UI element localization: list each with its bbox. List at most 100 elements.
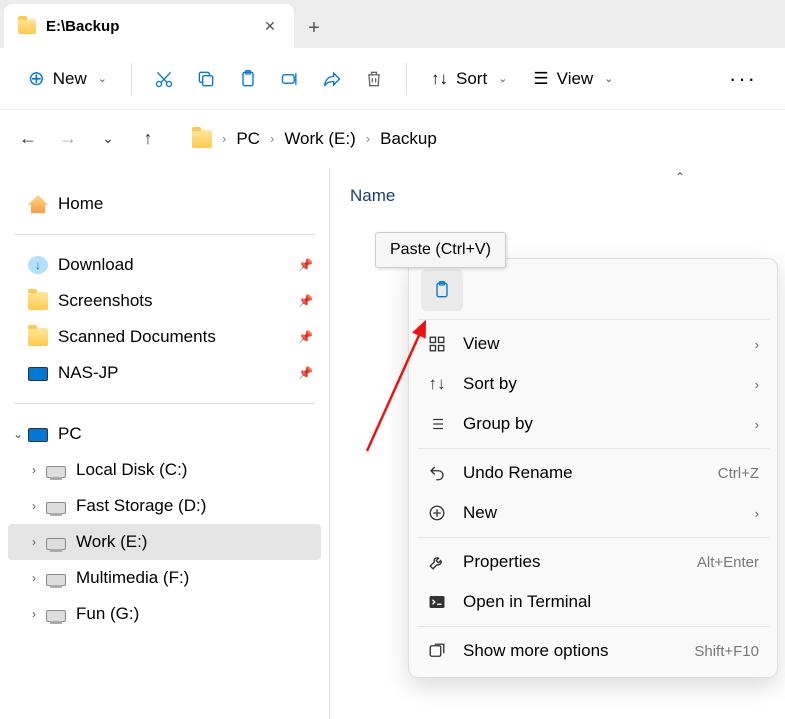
nav-bar: ← → ⌄ ↑ › PC › Work (E:) › Backup bbox=[0, 110, 785, 168]
drive-icon bbox=[46, 610, 66, 622]
context-properties[interactable]: Properties Alt+Enter bbox=[415, 542, 771, 582]
chevron-right-icon[interactable]: › bbox=[26, 535, 42, 549]
breadcrumb-folder[interactable]: Backup bbox=[380, 129, 437, 149]
cut-button[interactable] bbox=[146, 61, 182, 97]
context-undo-shortcut: Ctrl+Z bbox=[718, 465, 759, 482]
sidebar-item-label: Fast Storage (D:) bbox=[76, 496, 206, 516]
more-options-icon bbox=[427, 641, 447, 661]
chevron-down-icon: ⌄ bbox=[604, 72, 613, 85]
wrench-icon bbox=[427, 552, 447, 572]
folder-icon bbox=[28, 292, 48, 310]
pin-icon: 📌 bbox=[298, 258, 313, 272]
active-tab[interactable]: E:\Backup ✕ bbox=[4, 4, 294, 48]
column-header-name[interactable]: Name bbox=[330, 168, 785, 216]
context-view[interactable]: View › bbox=[415, 324, 771, 364]
paste-tooltip: Paste (Ctrl+V) bbox=[375, 232, 506, 268]
sidebar-quick-nas[interactable]: NAS-JP 📌 bbox=[8, 355, 321, 391]
forward-button[interactable]: → bbox=[50, 121, 86, 157]
context-view-label: View bbox=[463, 334, 739, 354]
context-sort-by[interactable]: ↑↓ Sort by › bbox=[415, 364, 771, 404]
sidebar-home[interactable]: Home bbox=[8, 186, 321, 222]
pin-icon: 📌 bbox=[298, 330, 313, 344]
new-tab-button[interactable]: + bbox=[294, 8, 334, 48]
up-button[interactable]: ↑ bbox=[130, 121, 166, 157]
sort-button[interactable]: ↑↓ Sort ⌄ bbox=[421, 63, 517, 95]
recent-button[interactable]: ⌄ bbox=[90, 121, 126, 157]
sidebar-divider bbox=[14, 403, 315, 404]
context-divider bbox=[417, 537, 769, 538]
context-sort-label: Sort by bbox=[463, 374, 739, 394]
view-label: View bbox=[557, 69, 594, 89]
delete-button[interactable] bbox=[356, 61, 392, 97]
chevron-right-icon: › bbox=[755, 337, 759, 352]
context-more-options[interactable]: Show more options Shift+F10 bbox=[415, 631, 771, 671]
chevron-down-icon: ⌄ bbox=[98, 72, 107, 85]
new-button[interactable]: ⊕ New ⌄ bbox=[18, 60, 117, 97]
sort-label: Sort bbox=[456, 69, 487, 89]
chevron-right-icon: › bbox=[222, 131, 226, 146]
sidebar-pc[interactable]: ⌄ PC bbox=[8, 416, 321, 452]
sidebar-item-label: Screenshots bbox=[58, 291, 153, 311]
pin-icon: 📌 bbox=[298, 366, 313, 380]
sidebar-drive-g[interactable]: › Fun (G:) bbox=[8, 596, 321, 632]
download-icon bbox=[28, 256, 48, 274]
context-undo[interactable]: Undo Rename Ctrl+Z bbox=[415, 453, 771, 493]
sort-caret-icon[interactable]: ⌃ bbox=[675, 170, 685, 184]
list-icon bbox=[427, 414, 447, 434]
context-divider bbox=[417, 448, 769, 449]
sidebar-drive-f[interactable]: › Multimedia (F:) bbox=[8, 560, 321, 596]
chevron-right-icon: › bbox=[755, 506, 759, 521]
pc-label: PC bbox=[58, 424, 82, 444]
tab-bar: E:\Backup ✕ + bbox=[0, 0, 785, 48]
chevron-right-icon[interactable]: › bbox=[26, 463, 42, 477]
back-button[interactable]: ← bbox=[10, 121, 46, 157]
close-tab-button[interactable]: ✕ bbox=[260, 16, 280, 36]
share-button[interactable] bbox=[314, 61, 350, 97]
folder-icon bbox=[18, 19, 36, 34]
context-group-by[interactable]: Group by › bbox=[415, 404, 771, 444]
context-icon-row bbox=[415, 265, 771, 315]
copy-button[interactable] bbox=[188, 61, 224, 97]
context-paste-button[interactable] bbox=[421, 269, 463, 311]
sidebar-drive-e[interactable]: › Work (E:) bbox=[8, 524, 321, 560]
address-bar[interactable]: › PC › Work (E:) › Backup bbox=[182, 119, 775, 159]
chevron-right-icon[interactable]: › bbox=[26, 571, 42, 585]
chevron-right-icon[interactable]: › bbox=[26, 607, 42, 621]
sidebar-divider bbox=[14, 234, 315, 235]
sidebar-item-label: Local Disk (C:) bbox=[76, 460, 187, 480]
sidebar-quick-screenshots[interactable]: Screenshots 📌 bbox=[8, 283, 321, 319]
more-button[interactable]: ··· bbox=[719, 66, 767, 92]
chevron-down-icon: ⌄ bbox=[498, 72, 507, 85]
folder-icon bbox=[28, 328, 48, 346]
chevron-right-icon: › bbox=[755, 377, 759, 392]
drive-icon bbox=[46, 574, 66, 586]
sidebar-item-label: Fun (G:) bbox=[76, 604, 139, 624]
paste-icon bbox=[432, 280, 452, 300]
context-new[interactable]: New › bbox=[415, 493, 771, 533]
sidebar-quick-download[interactable]: Download 📌 bbox=[8, 247, 321, 283]
rename-button[interactable] bbox=[272, 61, 308, 97]
breadcrumb-drive[interactable]: Work (E:) bbox=[284, 129, 355, 149]
sidebar-drive-c[interactable]: › Local Disk (C:) bbox=[8, 452, 321, 488]
paste-button[interactable] bbox=[230, 61, 266, 97]
chevron-right-icon: › bbox=[755, 417, 759, 432]
view-button[interactable]: ☰ View ⌄ bbox=[523, 63, 623, 95]
drive-icon bbox=[46, 502, 66, 514]
new-label: New bbox=[53, 69, 87, 89]
plus-circle-icon bbox=[427, 503, 447, 523]
sidebar-drive-d[interactable]: › Fast Storage (D:) bbox=[8, 488, 321, 524]
sidebar-quick-scanned[interactable]: Scanned Documents 📌 bbox=[8, 319, 321, 355]
context-divider bbox=[417, 626, 769, 627]
sort-icon: ↑↓ bbox=[431, 69, 448, 89]
folder-icon bbox=[192, 130, 212, 148]
sidebar-item-label: Work (E:) bbox=[76, 532, 147, 552]
toolbar-divider bbox=[406, 63, 407, 95]
context-terminal[interactable]: Open in Terminal bbox=[415, 582, 771, 622]
breadcrumb-pc[interactable]: PC bbox=[236, 129, 260, 149]
terminal-icon bbox=[427, 592, 447, 612]
context-divider bbox=[417, 319, 769, 320]
chevron-right-icon[interactable]: › bbox=[26, 499, 42, 513]
plus-circle-icon: ⊕ bbox=[28, 66, 45, 91]
context-more-label: Show more options bbox=[463, 641, 678, 661]
chevron-down-icon[interactable]: ⌄ bbox=[10, 427, 26, 441]
